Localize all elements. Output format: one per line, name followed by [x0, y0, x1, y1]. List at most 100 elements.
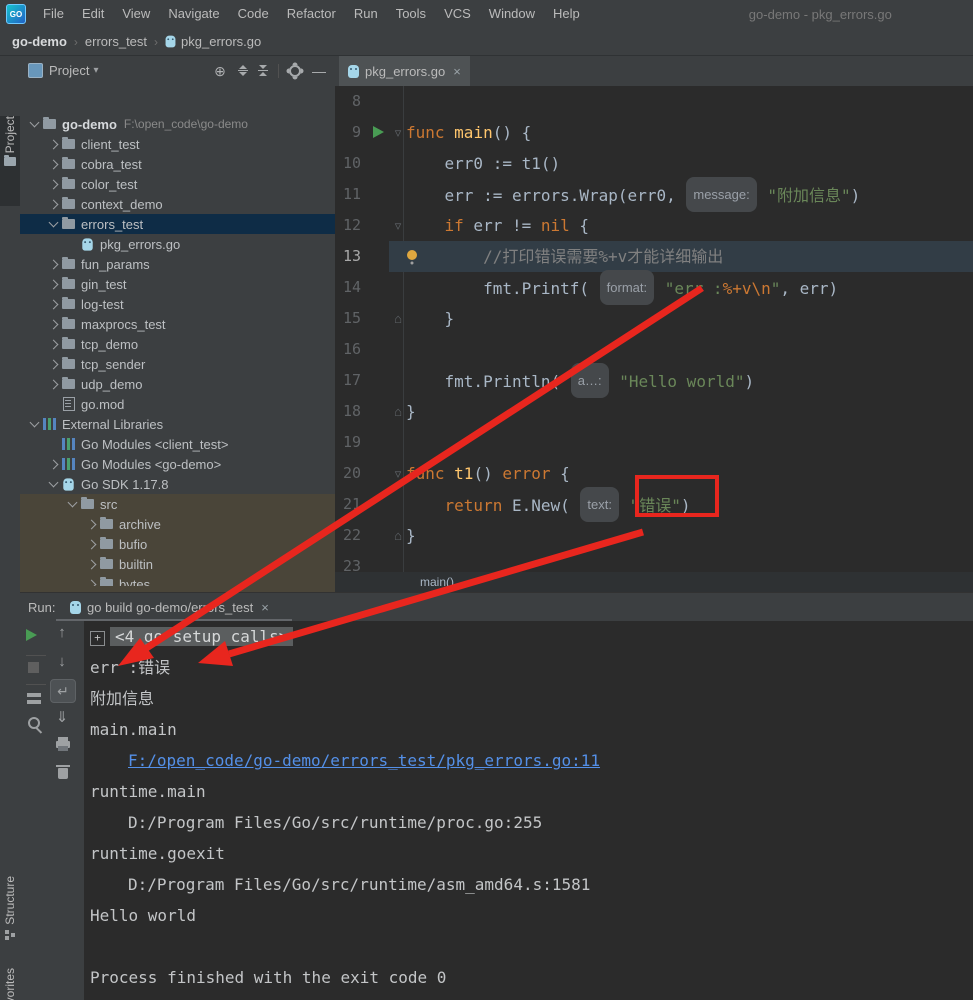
editor-line-17[interactable]: 17 fmt.Println( a…: "Hello world")	[335, 365, 973, 396]
menu-item-window[interactable]: Window	[480, 0, 544, 28]
tree-item-log-test[interactable]: log-test	[20, 294, 335, 314]
editor-line-10[interactable]: 10 err0 := t1()	[335, 148, 973, 179]
chevron-right-icon[interactable]	[87, 539, 97, 549]
gear-icon[interactable]	[289, 65, 301, 77]
chevron-right-icon[interactable]	[49, 159, 59, 169]
clear-all-button[interactable]	[58, 768, 68, 779]
stacktrace-link[interactable]: F:/open_code/go-demo/errors_test/pkg_err…	[128, 751, 600, 770]
fold-marker-icon[interactable]: ⌂	[391, 520, 405, 551]
tree-item-maxprocs-test[interactable]: maxprocs_test	[20, 314, 335, 334]
collapse-all-icon[interactable]	[258, 65, 268, 77]
breadcrumb-main-function[interactable]: main()	[420, 572, 454, 592]
project-panel-title[interactable]: Project	[49, 63, 89, 78]
chevron-right-icon[interactable]	[49, 319, 59, 329]
editor-line-18[interactable]: 18⌂}	[335, 396, 973, 427]
tree-item-fun-params[interactable]: fun_params	[20, 254, 335, 274]
tree-item-src[interactable]: src	[20, 494, 335, 514]
menu-item-refactor[interactable]: Refactor	[278, 0, 345, 28]
chevron-down-icon[interactable]	[49, 478, 59, 488]
editor-line-14[interactable]: 14 fmt.Printf( format: "err :%+v\n", err…	[335, 272, 973, 303]
tree-item-go-mod[interactable]: go.mod	[20, 394, 335, 414]
breadcrumb-item-errors-test[interactable]: errors_test	[85, 34, 147, 49]
pin-tab-button[interactable]	[28, 717, 40, 729]
menu-item-run[interactable]: Run	[345, 0, 387, 28]
restore-layout-button[interactable]	[27, 693, 41, 697]
editor-line-9[interactable]: 9▿func main() {	[335, 117, 973, 148]
tree-item-pkg-errors-go[interactable]: pkg_errors.go	[20, 234, 335, 254]
up-stack-trace-button[interactable]: ↑	[52, 624, 72, 641]
console-line-1[interactable]: + <4 go setup calls>	[84, 621, 973, 652]
menu-item-vcs[interactable]: VCS	[435, 0, 480, 28]
menu-item-file[interactable]: File	[34, 0, 73, 28]
chevron-right-icon[interactable]	[49, 259, 59, 269]
chevron-right-icon[interactable]	[49, 279, 59, 289]
tree-item-builtin[interactable]: builtin	[20, 554, 335, 574]
chevron-right-icon[interactable]	[49, 339, 59, 349]
chevron-down-icon[interactable]	[68, 498, 78, 508]
toolbar-tab-project[interactable]: Project	[0, 116, 20, 206]
expand-all-icon[interactable]	[238, 65, 248, 77]
expand-fold-icon[interactable]: +	[90, 631, 105, 646]
chevron-right-icon[interactable]	[49, 199, 59, 209]
close-icon[interactable]: ×	[453, 64, 461, 79]
close-icon[interactable]: ×	[261, 600, 269, 615]
chevron-right-icon[interactable]	[49, 459, 59, 469]
chevron-right-icon[interactable]	[87, 559, 97, 569]
scroll-to-end-button[interactable]: ⇓	[52, 708, 72, 726]
editor-line-11[interactable]: 11 err := errors.Wrap(err0, message: "附加…	[335, 179, 973, 210]
editor-lines[interactable]: 89▿func main() {10 err0 := t1()11 err :=…	[335, 86, 973, 592]
tree-item-tcp-demo[interactable]: tcp_demo	[20, 334, 335, 354]
chevron-right-icon[interactable]	[49, 299, 59, 309]
tree-item-errors-test[interactable]: errors_test	[20, 214, 335, 234]
select-opened-file-icon[interactable]: ⊕	[212, 63, 228, 79]
editor-tab-pkg-errors[interactable]: pkg_errors.go ×	[339, 56, 470, 86]
editor-line-8[interactable]: 8	[335, 86, 973, 117]
toolbar-tab-structure[interactable]: Structure	[0, 876, 20, 939]
fold-marker-icon[interactable]: ▿	[391, 117, 405, 148]
menu-item-edit[interactable]: Edit	[73, 0, 113, 28]
tree-item-go-modules-client-test[interactable]: Go Modules <client_test>	[20, 434, 335, 454]
stop-button[interactable]	[28, 662, 39, 673]
menu-item-tools[interactable]: Tools	[387, 0, 435, 28]
menu-item-code[interactable]: Code	[229, 0, 278, 28]
tree-item-udp-demo[interactable]: udp_demo	[20, 374, 335, 394]
menu-item-view[interactable]: View	[113, 0, 159, 28]
chevron-down-icon[interactable]	[49, 218, 59, 228]
chevron-down-icon[interactable]	[30, 418, 40, 428]
tree-item-bufio[interactable]: bufio	[20, 534, 335, 554]
tree-item-cobra-test[interactable]: cobra_test	[20, 154, 335, 174]
run-console[interactable]: +<4 go setup calls>err :错误附加信息main.mainF…	[84, 621, 973, 1000]
console-line-5[interactable]: F:/open_code/go-demo/errors_test/pkg_err…	[84, 745, 973, 776]
chevron-down-icon[interactable]: ▾	[93, 65, 98, 76]
tree-item-go-sdk-1-17-8[interactable]: Go SDK 1.17.8	[20, 474, 335, 494]
tree-item-archive[interactable]: archive	[20, 514, 335, 534]
run-gutter-icon[interactable]	[373, 126, 384, 138]
tree-item-go-modules-go-demo[interactable]: Go Modules <go-demo>	[20, 454, 335, 474]
tree-item-color-test[interactable]: color_test	[20, 174, 335, 194]
rerun-button[interactable]	[26, 629, 37, 641]
tree-item-gin-test[interactable]: gin_test	[20, 274, 335, 294]
fold-marker-icon[interactable]: ⌂	[391, 396, 405, 427]
breadcrumb-item-pkg-errors-go[interactable]: pkg_errors.go	[181, 34, 261, 49]
editor-line-12[interactable]: 12▿ if err != nil {	[335, 210, 973, 241]
tree-item-tcp-sender[interactable]: tcp_sender	[20, 354, 335, 374]
console-fold-region[interactable]: <4 go setup calls>	[110, 627, 293, 646]
hide-panel-icon[interactable]: —	[311, 63, 327, 79]
tree-item-client-test[interactable]: client_test	[20, 134, 335, 154]
tree-item-external-libraries[interactable]: External Libraries	[20, 414, 335, 434]
chevron-right-icon[interactable]	[49, 379, 59, 389]
fold-marker-icon[interactable]: ▿	[391, 458, 405, 489]
chevron-right-icon[interactable]	[49, 179, 59, 189]
chevron-right-icon[interactable]	[49, 139, 59, 149]
fold-marker-icon[interactable]: ▿	[391, 210, 405, 241]
editor-line-13[interactable]: 13 //打印错误需要%+v才能详细输出	[335, 241, 973, 272]
menu-item-help[interactable]: Help	[544, 0, 589, 28]
soft-wrap-button[interactable]: ↵	[50, 679, 76, 703]
print-button[interactable]	[56, 741, 70, 748]
editor-line-21[interactable]: 21 return E.New( text: "错误")	[335, 489, 973, 520]
down-stack-trace-button[interactable]: ↓	[52, 653, 72, 670]
menu-item-navigate[interactable]: Navigate	[159, 0, 228, 28]
tree-item-context-demo[interactable]: context_demo	[20, 194, 335, 214]
toolbar-tab-favorites[interactable]: Favorites ★	[0, 968, 20, 1000]
run-tab[interactable]: go build go-demo/errors_test ×	[70, 593, 269, 622]
